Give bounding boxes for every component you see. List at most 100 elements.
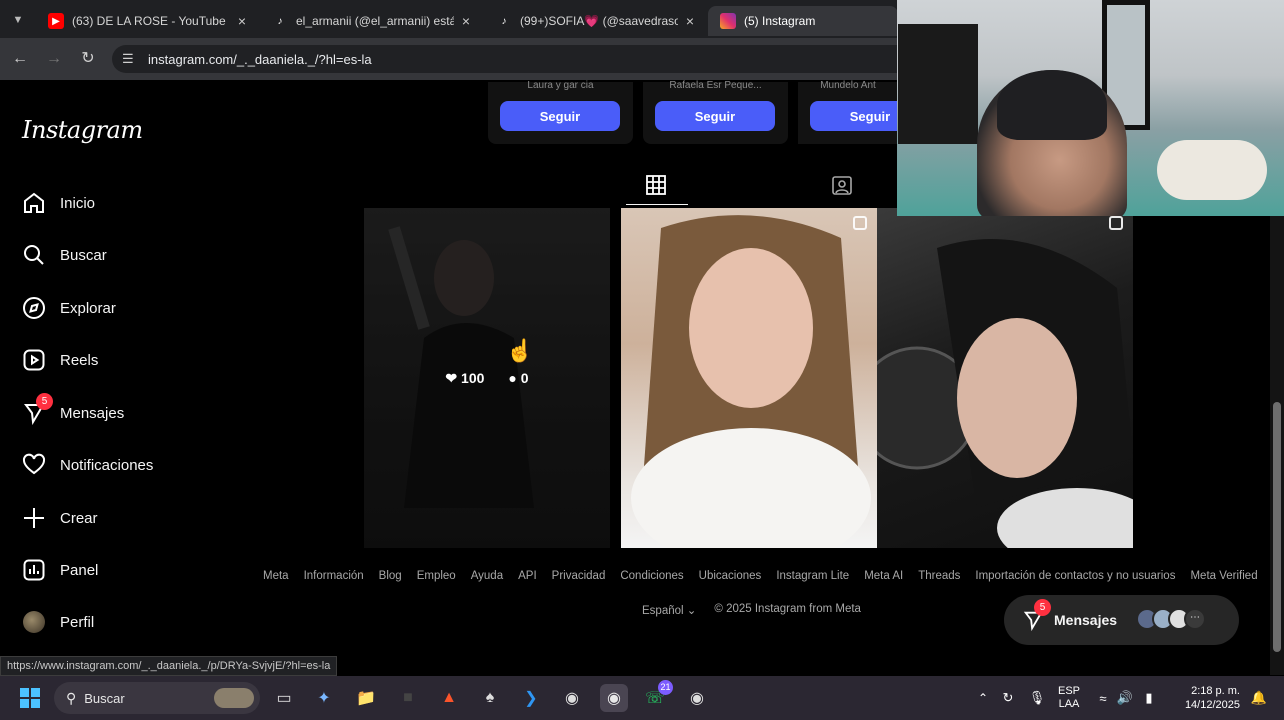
footer-link[interactable]: Blog (379, 570, 402, 582)
sidebar-item-buscar[interactable]: Buscar (22, 240, 107, 270)
active-tab-indicator (626, 204, 688, 205)
sidebar-item-crear[interactable]: Crear (22, 503, 98, 533)
post-thumbnail[interactable] (877, 208, 1133, 548)
sidebar-item-mensajes[interactable]: 5 Mensajes (22, 393, 124, 428)
chrome-icon[interactable]: ◉ (600, 684, 628, 712)
plus-icon (22, 506, 46, 530)
vscode-icon[interactable]: ❯ (517, 684, 545, 712)
whatsapp-icon[interactable]: ☏ 21 (641, 680, 673, 712)
scrollbar-thumb[interactable] (1273, 402, 1281, 652)
carousel-icon (853, 216, 867, 230)
post-hover-overlay: ❤ 100 ● 0 (364, 208, 610, 548)
battery-icon[interactable]: ▮ (1136, 690, 1162, 706)
footer-link[interactable]: Meta AI (864, 570, 903, 582)
browser-tab-tiktok-1[interactable]: ♪ el_armanii (@el_armanii) está e × (260, 6, 480, 36)
wifi-icon[interactable]: ≈ (1092, 691, 1114, 706)
sidebar-item-explorar[interactable]: Explorar (22, 293, 116, 323)
notification-bell-icon[interactable]: 🔔 (1246, 690, 1272, 706)
close-icon[interactable]: × (462, 13, 470, 29)
footer-link[interactable]: Importación de contactos y no usuarios (975, 570, 1175, 582)
sidebar-item-label: Perfil (60, 613, 95, 631)
footer-link[interactable]: Ubicaciones (699, 570, 762, 582)
chrome-icon[interactable]: ◉ (683, 684, 711, 712)
suggestion-subtitle: Rafaela Esr Peque... (669, 80, 762, 91)
site-settings-icon[interactable]: ☰ (122, 51, 138, 67)
tab-search-dropdown-icon[interactable]: ▼ (8, 10, 28, 30)
app-icon[interactable]: ■ (394, 684, 422, 712)
microphone-icon[interactable]: 🎙 (1022, 690, 1052, 706)
footer-link[interactable]: Empleo (417, 570, 456, 582)
post-photo (631, 215, 871, 548)
search-highlight-icon (214, 688, 254, 708)
tab-title: (63) DE LA ROSE - YouTube (72, 14, 226, 28)
footer-meta: Español ⌄ © 2025 Instagram from Meta (642, 603, 861, 617)
footer-link[interactable]: Instagram Lite (776, 570, 849, 582)
chevron-up-icon[interactable]: ⌃ (972, 691, 994, 705)
heart-icon (22, 453, 46, 477)
messenger-icon: 5 (22, 393, 53, 425)
url-input[interactable] (148, 51, 748, 67)
post-photo (877, 239, 1133, 548)
footer-link[interactable]: Threads (918, 570, 960, 582)
copilot-icon[interactable]: ✦ (310, 684, 338, 712)
messages-pill[interactable]: 5 Mensajes ⋯ (1004, 595, 1239, 645)
suggestion-card: Rafaela Esr Peque... Seguir (643, 80, 788, 144)
compass-icon (22, 296, 46, 320)
footer-links: Meta Información Blog Empleo Ayuda API P… (263, 570, 1258, 582)
post-thumbnail[interactable] (621, 208, 877, 548)
follow-button[interactable]: Seguir (500, 101, 620, 131)
address-bar[interactable]: ☰ (112, 45, 912, 73)
sidebar-item-label: Inicio (60, 194, 96, 212)
browser-tab-youtube[interactable]: ▶ (63) DE LA ROSE - YouTube × (36, 6, 256, 36)
likes-count: ❤ 100 (445, 369, 485, 386)
footer-link[interactable]: Meta Verified (1190, 570, 1257, 582)
footer-link[interactable]: Información (304, 570, 364, 582)
browser-tab-instagram[interactable]: (5) Instagram (708, 6, 898, 36)
volume-icon[interactable]: 🔊 (1114, 690, 1136, 706)
file-explorer-icon[interactable]: 📁 (352, 684, 380, 712)
tab-title: (5) Instagram (744, 14, 816, 28)
follow-button[interactable]: Seguir (655, 101, 775, 131)
carousel-icon (1109, 216, 1123, 230)
sidebar-item-label: Explorar (60, 299, 116, 317)
sync-icon[interactable]: ↻ (994, 690, 1022, 706)
taskbar-search-label: Buscar (84, 690, 125, 706)
posts-grid-tab-icon[interactable] (646, 175, 666, 197)
footer-link[interactable]: Ayuda (471, 570, 503, 582)
close-icon[interactable]: × (238, 13, 246, 29)
message-avatars: ⋯ (1136, 608, 1206, 630)
footer-link[interactable]: Meta (263, 570, 289, 582)
chrome-icon[interactable]: ◉ (558, 684, 586, 712)
suggestion-subtitle: Mundelo Ant (820, 80, 876, 91)
app-icon[interactable]: ♠ (476, 684, 504, 712)
sidebar-item-perfil[interactable]: Perfil (22, 607, 94, 637)
tiktok-icon: ♪ (501, 15, 507, 27)
footer-link[interactable]: Privacidad (552, 570, 606, 582)
sidebar-item-reels[interactable]: Reels (22, 345, 98, 375)
taskbar-search[interactable]: ⚲ Buscar (54, 682, 260, 714)
windows-start-icon[interactable] (16, 684, 44, 712)
notification-badge: 5 (36, 393, 53, 410)
language-indicator[interactable]: ESP LAA (1052, 685, 1086, 711)
tagged-tab-icon[interactable] (832, 175, 852, 197)
footer-link[interactable]: Condiciones (620, 570, 683, 582)
back-arrow-icon[interactable]: ← (10, 49, 30, 69)
sidebar-item-inicio[interactable]: Inicio (22, 188, 95, 218)
browser-tab-tiktok-2[interactable]: ♪ (99+)SOFIA💗 (@saavedrasofia × (484, 6, 704, 36)
reload-icon[interactable]: ↻ (78, 49, 98, 69)
chevron-down-icon: ⌄ (686, 605, 697, 617)
forward-arrow-icon[interactable]: → (44, 49, 64, 69)
brave-icon[interactable]: ▲ (435, 684, 463, 712)
task-view-icon[interactable]: ▭ (270, 684, 298, 712)
mouse-cursor-icon: ☝ (506, 338, 534, 363)
language-select[interactable]: Español ⌄ (642, 603, 696, 617)
reels-icon (22, 348, 46, 372)
sidebar-item-panel[interactable]: Panel (22, 555, 98, 585)
clock[interactable]: 2:18 p. m. 14/12/2025 (1170, 684, 1240, 712)
instagram-logo[interactable]: Instagram (22, 116, 143, 144)
sidebar-item-label: Panel (60, 561, 99, 579)
footer-link[interactable]: API (518, 570, 537, 582)
sidebar-item-notificaciones[interactable]: Notificaciones (22, 450, 153, 480)
close-icon[interactable]: × (686, 13, 694, 29)
post-thumbnail[interactable]: ❤ 100 ● 0 (364, 208, 610, 548)
